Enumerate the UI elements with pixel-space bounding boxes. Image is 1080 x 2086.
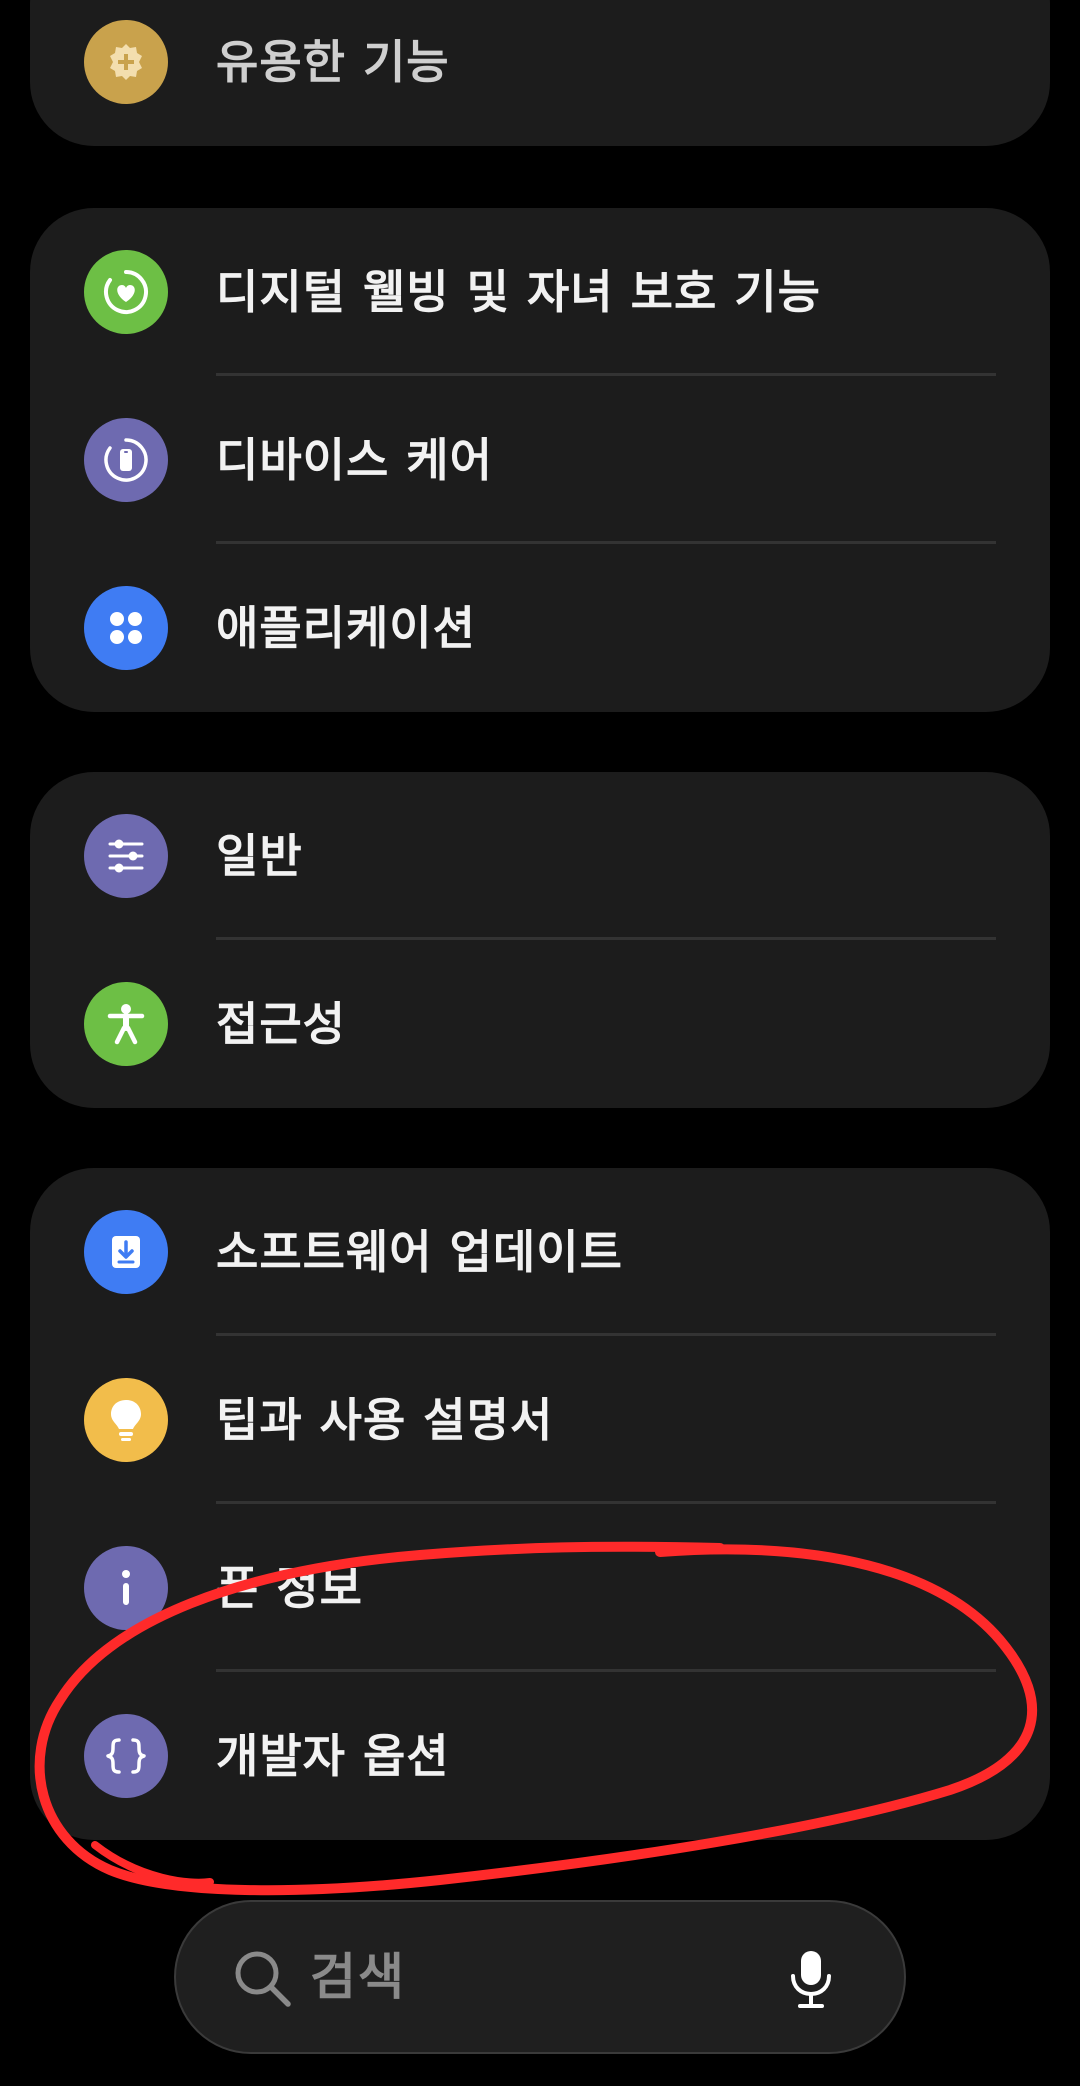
download-icon bbox=[84, 1210, 168, 1294]
settings-item-label: 디바이스 케어 bbox=[216, 433, 493, 487]
settings-item-phone-info[interactable]: 폰 정보 bbox=[30, 1504, 1050, 1672]
settings-item-label: 소프트웨어 업데이트 bbox=[216, 1225, 623, 1279]
settings-item-tips[interactable]: 팁과 사용 설명서 bbox=[30, 1336, 1050, 1504]
settings-item-label: 디지털 웰빙 및 자녀 보호 기능 bbox=[216, 265, 821, 319]
sliders-icon bbox=[84, 814, 168, 898]
settings-group-useful: 유용한 기능 bbox=[30, 0, 1050, 146]
settings-item-useful-features[interactable]: 유용한 기능 bbox=[30, 0, 1050, 146]
search-input[interactable]: 검색 bbox=[310, 1902, 406, 2052]
search-bar[interactable]: 검색 bbox=[174, 1900, 906, 2054]
gear-plus-icon bbox=[84, 20, 168, 104]
settings-item-label: 유용한 기능 bbox=[216, 35, 450, 89]
microphone-icon[interactable] bbox=[786, 1948, 836, 2010]
settings-group-about: 소프트웨어 업데이트 팁과 사용 설명서 폰 정보 개발자 옵션 bbox=[30, 1168, 1050, 1840]
accessibility-icon bbox=[84, 982, 168, 1066]
apps-grid-icon bbox=[84, 586, 168, 670]
settings-item-developer-options[interactable]: 개발자 옵션 bbox=[30, 1672, 1050, 1840]
settings-item-digital-wellbeing[interactable]: 디지털 웰빙 및 자녀 보호 기능 bbox=[30, 208, 1050, 376]
settings-item-device-care[interactable]: 디바이스 케어 bbox=[30, 376, 1050, 544]
settings-item-label: 팁과 사용 설명서 bbox=[216, 1393, 554, 1447]
braces-icon bbox=[84, 1714, 168, 1798]
settings-group-general: 일반 접근성 bbox=[30, 772, 1050, 1108]
heart-ring-icon bbox=[84, 250, 168, 334]
phone-care-icon bbox=[84, 418, 168, 502]
lightbulb-icon bbox=[84, 1378, 168, 1462]
settings-item-label: 개발자 옵션 bbox=[216, 1729, 450, 1783]
settings-item-general[interactable]: 일반 bbox=[30, 772, 1050, 940]
settings-item-label: 애플리케이션 bbox=[216, 601, 476, 655]
settings-item-label: 폰 정보 bbox=[216, 1561, 363, 1615]
settings-item-applications[interactable]: 애플리케이션 bbox=[30, 544, 1050, 712]
settings-item-label: 접근성 bbox=[216, 997, 346, 1051]
settings-item-accessibility[interactable]: 접근성 bbox=[30, 940, 1050, 1108]
settings-item-software-update[interactable]: 소프트웨어 업데이트 bbox=[30, 1168, 1050, 1336]
settings-item-label: 일반 bbox=[216, 829, 303, 883]
search-icon bbox=[235, 1951, 291, 2007]
settings-group-wellbeing: 디지털 웰빙 및 자녀 보호 기능 디바이스 케어 애플리케이션 bbox=[30, 208, 1050, 712]
info-icon bbox=[84, 1546, 168, 1630]
